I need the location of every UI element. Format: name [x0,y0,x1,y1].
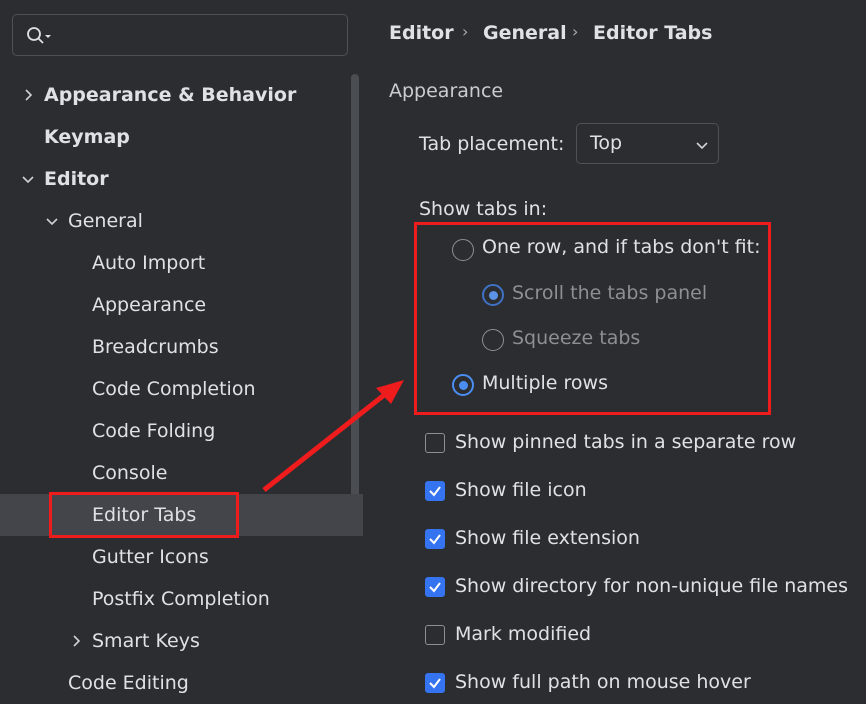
annotation-arrow-icon [262,380,404,492]
